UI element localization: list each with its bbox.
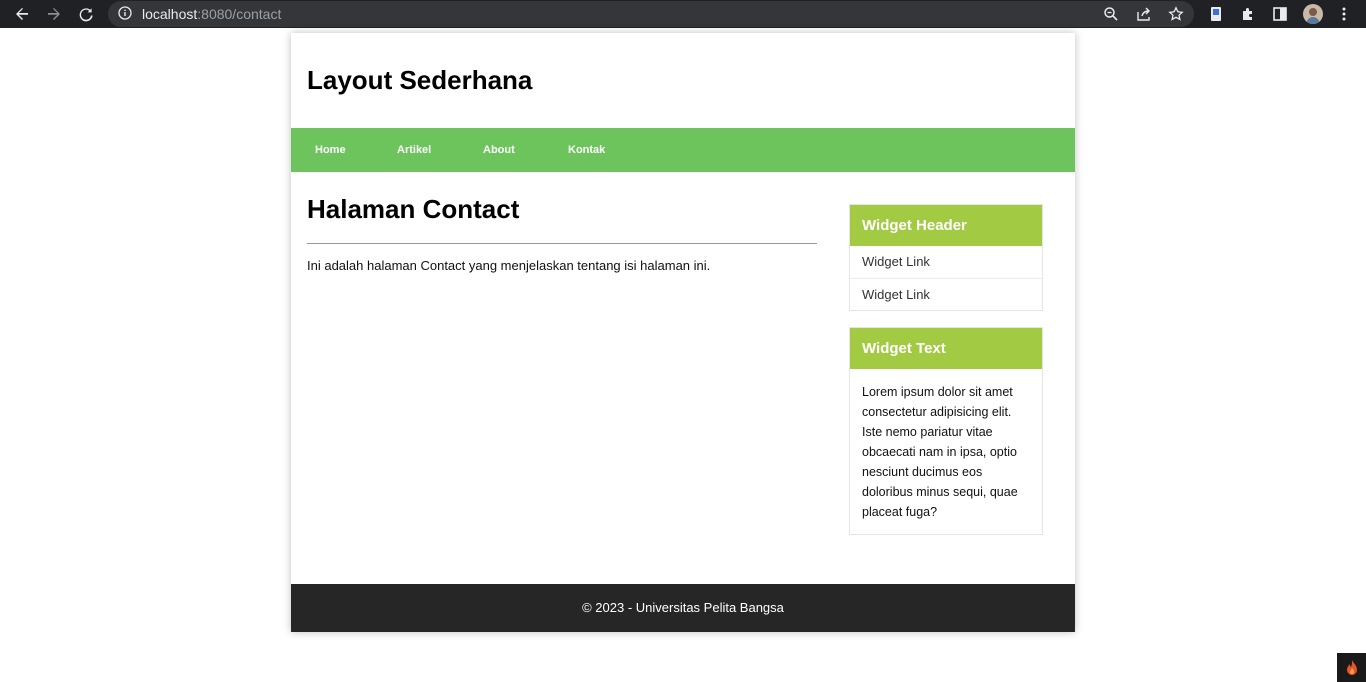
share-icon[interactable] (1134, 4, 1154, 24)
puzzle-icon[interactable] (1238, 4, 1258, 24)
site-title: Layout Sederhana (307, 65, 533, 95)
zoom-icon[interactable] (1101, 4, 1121, 24)
nav-kontak[interactable]: Kontak (568, 128, 605, 172)
widget-links: Widget Header Widget Link Widget Link (849, 204, 1043, 311)
nav-artikel[interactable]: Artikel (397, 128, 431, 172)
widget-text: Widget Text Lorem ipsum dolor sit amet c… (849, 327, 1043, 535)
flame-icon[interactable] (1337, 653, 1366, 682)
main-nav: Home Artikel About Kontak (291, 128, 1075, 172)
page-container: Layout Sederhana Home Artikel About Kont… (291, 33, 1075, 632)
url-path: :8080/contact (197, 6, 282, 22)
widget-link[interactable]: Widget Link (850, 246, 1042, 278)
menu-dots-icon[interactable] (1334, 4, 1354, 24)
browser-toolbar: localhost:8080/contact (0, 0, 1366, 28)
url-host: localhost (142, 6, 198, 22)
widget-link[interactable]: Widget Link (850, 278, 1042, 310)
forward-arrow-icon[interactable] (44, 4, 64, 24)
site-footer: © 2023 - Universitas Pelita Bangsa (291, 584, 1075, 632)
site-header: Layout Sederhana (291, 33, 1075, 128)
page-title: Halaman Contact (307, 194, 520, 224)
page-content: Ini adalah halaman Contact yang menjelas… (307, 258, 711, 273)
footer-text: © 2023 - Universitas Pelita Bangsa (582, 600, 784, 615)
nav-about[interactable]: About (483, 128, 515, 172)
star-icon[interactable] (1166, 4, 1186, 24)
back-arrow-icon[interactable] (12, 4, 32, 24)
widget-text-body: Lorem ipsum dolor sit amet consectetur a… (862, 385, 1018, 519)
info-icon[interactable] (118, 6, 134, 22)
avatar[interactable] (1303, 4, 1323, 24)
widget-text-header: Widget Text (850, 328, 1042, 369)
sidepanel-icon[interactable] (1270, 4, 1290, 24)
widget-header: Widget Header (850, 205, 1042, 246)
divider (307, 243, 817, 244)
nav-home[interactable]: Home (315, 128, 346, 172)
address-bar[interactable]: localhost:8080/contact (108, 1, 1194, 27)
url-text: localhost:8080/contact (142, 6, 281, 22)
reload-icon[interactable] (76, 4, 96, 24)
extension-icon[interactable] (1206, 4, 1226, 24)
